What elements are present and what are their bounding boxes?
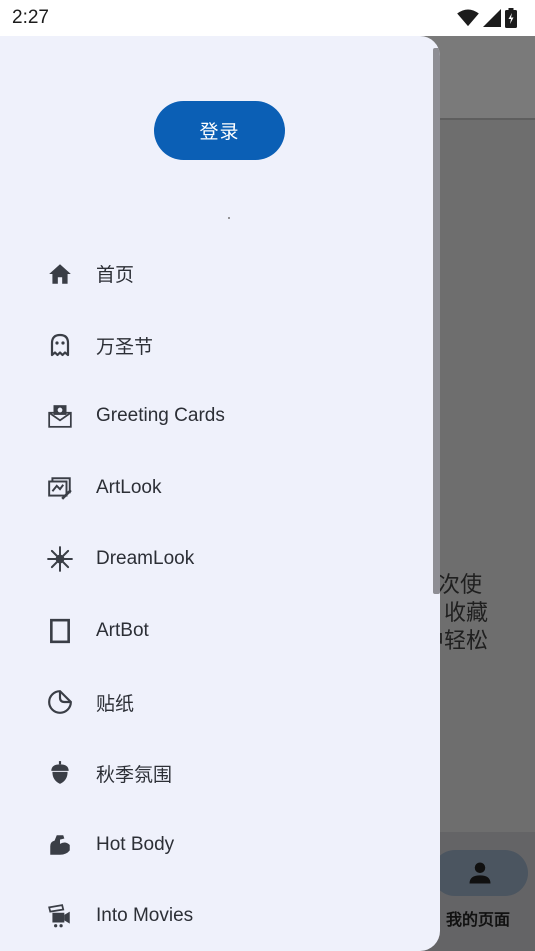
menu-item-label: 贴纸: [96, 692, 135, 715]
movie-icon: [46, 902, 74, 930]
background-text-line: 次使: [438, 573, 483, 598]
navigation-drawer: 登录 首页 万圣节 Greeting Cards ArtLook DreamLo…: [0, 36, 440, 951]
menu-item-autumn[interactable]: 秋季氛围: [0, 738, 433, 809]
sticker-icon: [46, 688, 74, 716]
muscle-icon: [46, 831, 74, 859]
menu-item-into-movies[interactable]: Into Movies: [0, 881, 433, 951]
profile-nav-label: 我的页面: [446, 910, 511, 929]
divider-dot: [228, 217, 230, 219]
person-icon: [469, 862, 491, 884]
ghost-icon: [46, 331, 74, 359]
menu-item-label: Into Movies: [96, 905, 194, 927]
menu-item-label: 万圣节: [96, 335, 154, 358]
menu-item-label: ArtLook: [96, 476, 162, 498]
battery-icon: [505, 8, 517, 28]
background-text-line: 中轻松: [424, 629, 489, 654]
menu-item-artbot[interactable]: ArtBot: [0, 595, 433, 666]
drawer-menu: 首页 万圣节 Greeting Cards ArtLook DreamLook: [0, 238, 433, 951]
menu-item-greeting-cards[interactable]: Greeting Cards: [0, 381, 433, 452]
menu-item-dreamlook[interactable]: DreamLook: [0, 524, 433, 595]
background-text: 次使 收藏 中轻松: [424, 572, 535, 656]
menu-item-label: 首页: [96, 264, 135, 287]
menu-item-label: Hot Body: [96, 833, 175, 855]
menu-item-stickers[interactable]: 贴纸: [0, 666, 433, 737]
menu-item-home[interactable]: 首页: [0, 238, 433, 309]
artlook-icon: [46, 474, 74, 502]
wifi-icon: [457, 9, 479, 27]
frame-icon: [46, 617, 74, 645]
envelope-icon: [46, 402, 74, 430]
sparkle-icon: [46, 545, 74, 573]
menu-item-label: ArtBot: [96, 619, 149, 641]
status-time: 2:27: [12, 7, 49, 28]
menu-item-label: DreamLook: [96, 548, 195, 570]
profile-nav-button[interactable]: [432, 850, 528, 896]
background-text-line: 收藏: [444, 601, 489, 626]
menu-item-label: Greeting Cards: [96, 405, 225, 427]
acorn-icon: [46, 759, 74, 787]
menu-item-halloween[interactable]: 万圣节: [0, 309, 433, 380]
menu-item-artlook[interactable]: ArtLook: [0, 452, 433, 523]
drawer-scrollbar[interactable]: [433, 48, 440, 594]
login-button[interactable]: 登录: [154, 101, 285, 160]
home-icon: [46, 260, 74, 288]
status-icons: [457, 8, 517, 28]
signal-icon: [483, 9, 501, 27]
menu-item-hot-body[interactable]: Hot Body: [0, 809, 433, 880]
status-bar: 2:27: [0, 0, 535, 36]
menu-item-label: 秋季氛围: [96, 763, 173, 786]
